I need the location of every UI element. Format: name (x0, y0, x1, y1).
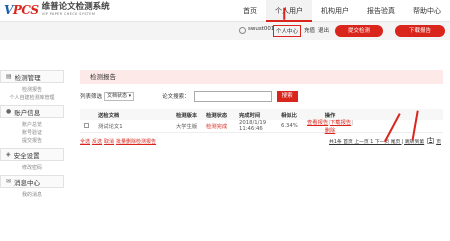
view-report-link[interactable]: 查看报告 (307, 120, 328, 126)
logo-mark-v: V (4, 2, 13, 17)
annotation-arrow-user-center (283, 7, 285, 20)
main-nav: 首页 个人用户 机构用户 报告验真 帮助中心 (234, 0, 450, 22)
user-icon (239, 27, 246, 34)
sidebar-item-my-messages[interactable]: 我的消息 (0, 191, 64, 199)
invert-select-link[interactable]: 反选 (92, 138, 102, 145)
sidebar-head-security[interactable]: ◈ 安全设置 (0, 148, 64, 161)
recharge-link[interactable]: 充值 (304, 26, 315, 34)
nav-home[interactable]: 首页 (234, 0, 266, 22)
sidebar-item-check-report[interactable]: 检测报告 (0, 86, 64, 94)
select-all-link[interactable]: 全选 (80, 138, 90, 145)
sidebar-head-check[interactable]: ▤ 检测管理 (0, 70, 64, 83)
table-header: 送检文档 检测版本 检测状态 完成时间 相似比 操作 (80, 109, 443, 120)
row-operations: 查看报告|下载报告|删除 (307, 120, 353, 134)
delete-link[interactable]: 删除 (325, 128, 336, 134)
user-icon: ● (6, 108, 12, 115)
row-time: 2018/1/19 11:46:46 (239, 120, 267, 132)
search-label: 论文搜索： (162, 94, 190, 100)
row-version: 大学生版 (176, 124, 198, 130)
col-similarity: 相似比 (281, 112, 297, 119)
nav-personal-user[interactable]: 个人用户 (266, 0, 312, 22)
page-title: 检测报告 (80, 70, 443, 84)
download-report-link[interactable]: 下载报告 (330, 120, 351, 126)
sidebar: ▤ 检测管理 检测报告 个人自建检测库管理 ● 账户信息 账户总览 账号验证 提… (0, 70, 64, 202)
sidebar-head-label: 检测管理 (14, 73, 41, 82)
user-bar: swust001 个人中心 充值 退出 提交检测 下载报告 (0, 22, 450, 40)
nav-help-center[interactable]: 帮助中心 (404, 0, 450, 22)
user-center-link[interactable]: 个人中心 (273, 25, 302, 37)
bell-icon: ✉ (6, 178, 12, 185)
logo-mark: VPCS (4, 3, 39, 17)
username: swust001 (248, 26, 275, 32)
submit-check-button[interactable]: 提交检测 (335, 25, 383, 37)
doc-icon: ▤ (6, 73, 12, 80)
logo-name: 维普论文检测系统 (41, 2, 110, 12)
logo-subtitle: VIP PAPER CHECK SYSTEM (41, 12, 96, 16)
filter-bar: 列表筛选 文档状态 ▾ 论文搜索： 搜索 (80, 86, 443, 106)
col-version: 检测版本 (176, 112, 198, 119)
col-document: 送检文档 (98, 112, 120, 119)
col-time: 完成时间 (239, 112, 261, 119)
logo[interactable]: VPCS 维普论文检测系统 VIP PAPER CHECK SYSTEM (4, 2, 110, 17)
sidebar-group-messages: ✉ 消息中心 我的消息 (0, 175, 64, 199)
row-similarity: 6.34% (281, 123, 298, 129)
logout-link[interactable]: 退出 (318, 26, 329, 34)
col-status: 检测状态 (206, 112, 228, 119)
logo-mark-pcs: PCS (12, 2, 39, 17)
search-input[interactable] (193, 90, 272, 102)
sidebar-item-submit-report[interactable]: 提交报告 (0, 137, 64, 145)
top-bar: VPCS 维普论文检测系统 VIP PAPER CHECK SYSTEM 首页 … (0, 0, 450, 22)
sidebar-item-custom-library[interactable]: 个人自建检测库管理 (0, 94, 64, 102)
pagination-text[interactable]: 共1条 首页 上一页 1 下一页 尾页 | 跳转到第 (329, 138, 424, 145)
sidebar-head-messages[interactable]: ✉ 消息中心 (0, 175, 64, 188)
row-document-name: 测试论文1 (98, 124, 123, 130)
sidebar-group-security: ◈ 安全设置 修改密码 (0, 148, 64, 172)
sidebar-head-label: 账户信息 (14, 108, 41, 117)
search-button[interactable]: 搜索 (276, 90, 298, 102)
sidebar-head-label: 消息中心 (14, 178, 41, 187)
page-jump-input[interactable]: 1 (427, 138, 435, 144)
sidebar-group-check: ▤ 检测管理 检测报告 个人自建检测库管理 (0, 70, 64, 102)
cancel-select-link[interactable]: 取消 (104, 138, 114, 145)
sidebar-head-account[interactable]: ● 账户信息 (0, 105, 64, 118)
status-filter-select[interactable]: 文档状态 ▾ (104, 91, 135, 101)
row-checkbox[interactable] (83, 122, 89, 128)
sidebar-group-account: ● 账户信息 账户总览 账号验证 提交报告 (0, 105, 64, 145)
row-status: 检测完成 (206, 124, 228, 130)
filter-label: 列表筛选 (80, 94, 103, 100)
shield-icon: ◈ (6, 151, 11, 158)
sidebar-item-account-overview[interactable]: 账户总览 (0, 121, 64, 129)
sidebar-head-label: 安全设置 (13, 151, 40, 160)
nav-report-verify[interactable]: 报告验真 (358, 0, 404, 22)
sidebar-item-account-verify[interactable]: 账号验证 (0, 129, 64, 137)
sidebar-item-change-password[interactable]: 修改密码 (0, 164, 64, 172)
nav-institution-user[interactable]: 机构用户 (312, 0, 358, 22)
download-report-button[interactable]: 下载报告 (395, 25, 445, 37)
bulk-delete-link[interactable]: 批量删除检测报告 (116, 138, 156, 145)
pagination-suffix: 页 (436, 139, 441, 145)
